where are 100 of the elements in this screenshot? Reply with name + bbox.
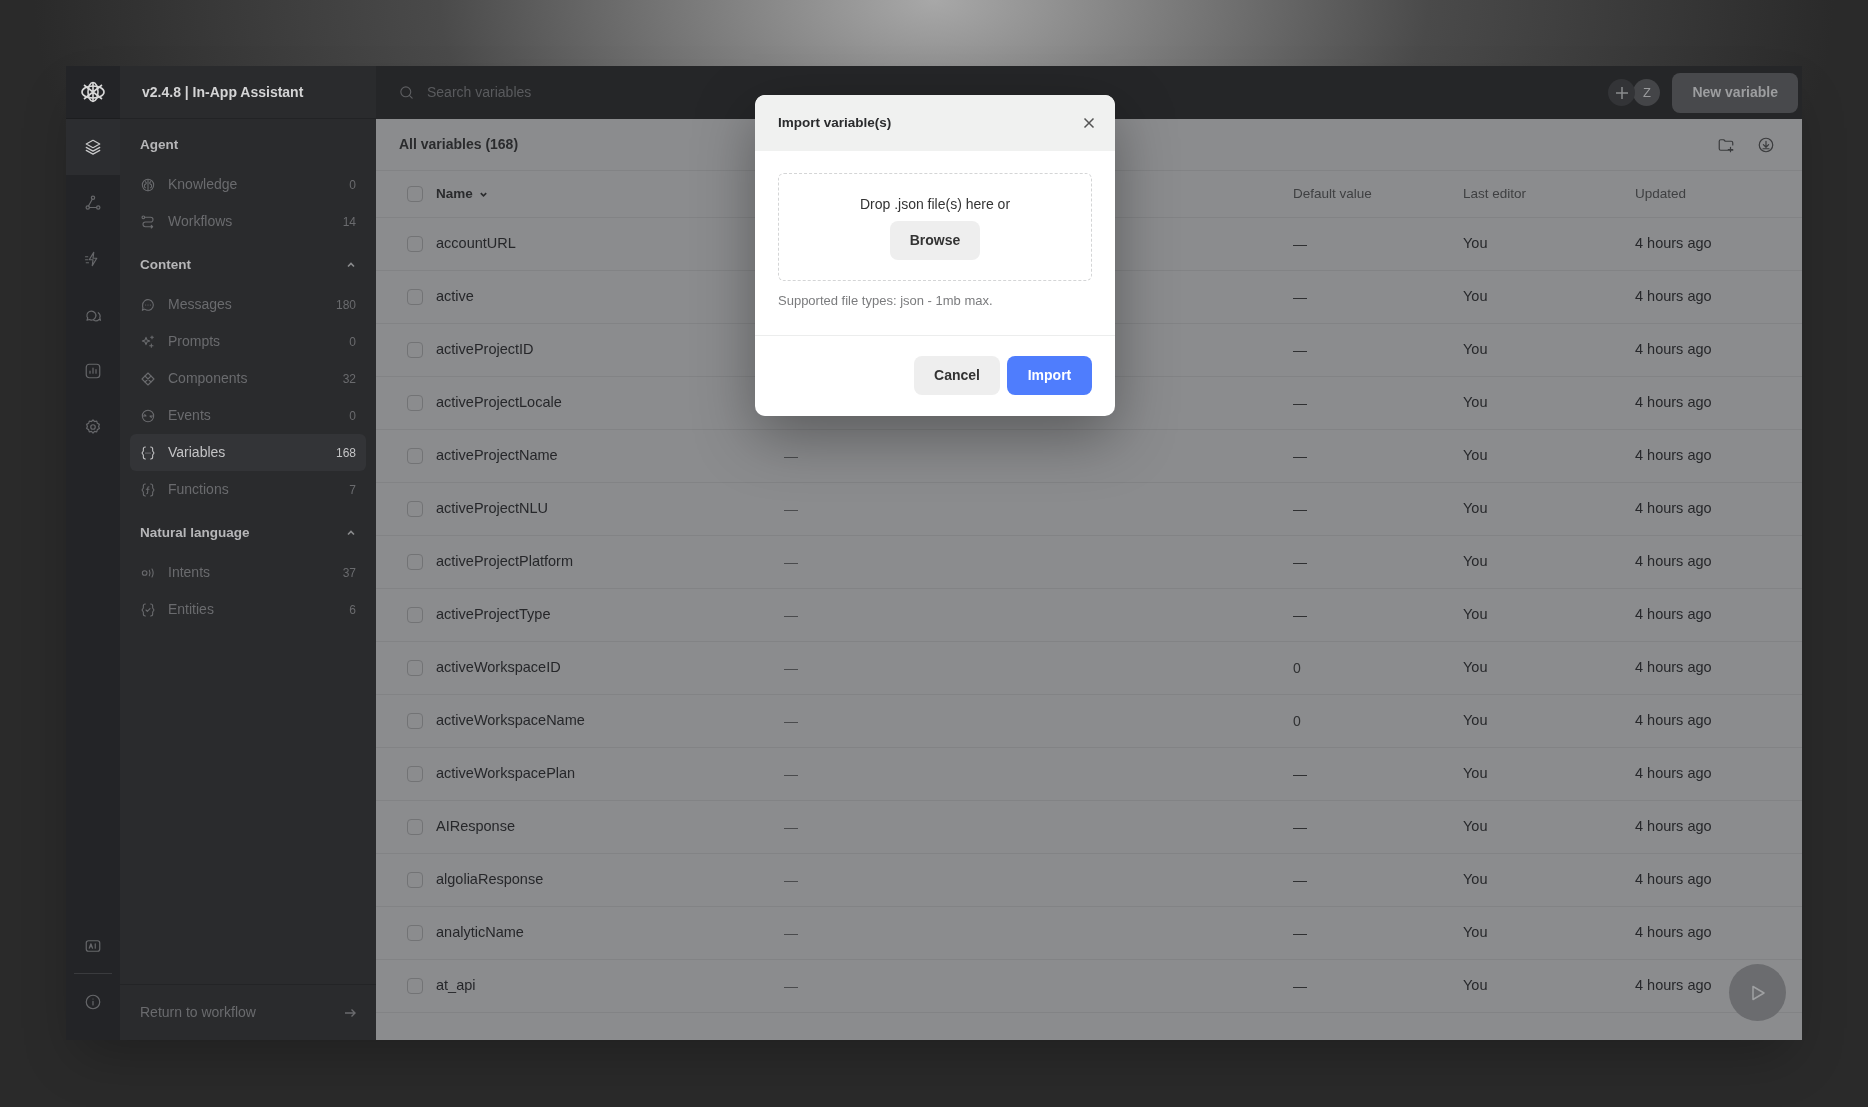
- table-cell-text: —: [1293, 446, 1307, 466]
- table-cell-text: 4 hours ago: [1635, 605, 1712, 625]
- table-cell-text: 4 hours ago: [1635, 976, 1712, 996]
- column-header[interactable]: Default value: [1293, 183, 1372, 205]
- table-cell-text: You: [1463, 817, 1488, 837]
- section-title: Agent: [140, 135, 179, 154]
- nav-item[interactable]: Functions 7: [130, 471, 366, 508]
- layers-icon: [84, 138, 102, 156]
- arrow-right-icon: [344, 1006, 356, 1019]
- brain-icon: [140, 176, 156, 193]
- checkbox[interactable]: [407, 978, 423, 994]
- nav-item[interactable]: Knowledge 0: [130, 166, 366, 203]
- drop-text: Drop .json file(s) here or: [859, 195, 1011, 214]
- dialog-title: Import variable(s): [778, 113, 892, 132]
- add-user-button[interactable]: [1608, 79, 1636, 106]
- nav-item[interactable]: Messages 180: [130, 286, 366, 323]
- table-title: All variables (168): [399, 135, 520, 154]
- table-cell-text: 4 hours ago: [1635, 340, 1712, 360]
- chevron-icon[interactable]: [346, 528, 356, 538]
- checkbox[interactable]: [407, 501, 423, 517]
- checkbox[interactable]: [407, 236, 423, 252]
- nav-item[interactable]: Intents 37: [130, 554, 366, 591]
- table-cell-text: You: [1463, 870, 1488, 890]
- checkbox[interactable]: [407, 925, 423, 941]
- column-header[interactable]: Updated: [1635, 183, 1687, 205]
- column-header[interactable]: Name: [436, 183, 473, 205]
- table-cell-text: —: [1293, 393, 1307, 413]
- diamond-icon: [140, 370, 156, 387]
- table-cell-text: —: [1293, 552, 1307, 572]
- variable-name: analyticName: [436, 923, 525, 943]
- variable-name: activeProjectLocale: [436, 393, 563, 413]
- table-cell-text: You: [1463, 393, 1488, 413]
- variable-name: AIResponse: [436, 817, 516, 837]
- table-cell-text: 4 hours ago: [1635, 287, 1712, 307]
- plus-icon: [1614, 85, 1629, 100]
- drop-zone[interactable]: Drop .json file(s) here or Browse: [778, 173, 1092, 281]
- table-cell-text: 4 hours ago: [1635, 552, 1712, 572]
- table-cell: —: [784, 872, 798, 888]
- checkbox[interactable]: [407, 395, 423, 411]
- chevron-icon[interactable]: [346, 260, 356, 270]
- table-cell-text: You: [1463, 923, 1488, 943]
- table-cell-text: —: [1293, 817, 1307, 837]
- nav-item[interactable]: Prompts 0: [130, 323, 366, 360]
- browse-button[interactable]: Browse: [889, 221, 981, 260]
- checkbox[interactable]: [407, 448, 423, 464]
- checkbox[interactable]: [407, 713, 423, 729]
- table-cell: —: [784, 925, 798, 941]
- table-cell-text: You: [1463, 764, 1488, 784]
- checkbox[interactable]: [407, 872, 423, 888]
- table-cell-text: 4 hours ago: [1635, 711, 1712, 731]
- table-cell-text: —: [1293, 499, 1307, 519]
- info-icon[interactable]: [84, 993, 102, 1011]
- nav-item[interactable]: Workflows 14: [130, 203, 366, 240]
- select-all-checkbox[interactable]: [407, 186, 423, 202]
- variable-name: accountURL: [436, 234, 517, 254]
- checkbox[interactable]: [407, 819, 423, 835]
- table-cell: —: [784, 501, 798, 517]
- table-cell: —: [784, 819, 798, 835]
- settings-icon: [84, 418, 102, 436]
- section-title: Natural language: [140, 523, 250, 542]
- import-button[interactable]: Import: [1007, 356, 1092, 395]
- column-header[interactable]: Last editor: [1463, 183, 1527, 205]
- checkbox[interactable]: [407, 289, 423, 305]
- table-cell: —: [784, 448, 798, 464]
- checkbox[interactable]: [407, 607, 423, 623]
- checkbox[interactable]: [407, 554, 423, 570]
- checkbox[interactable]: [407, 766, 423, 782]
- table-cell-text: 4 hours ago: [1635, 764, 1712, 784]
- table-cell: —: [784, 978, 798, 994]
- logo-icon[interactable]: [80, 81, 106, 103]
- table-cell-text: 0: [1293, 711, 1301, 731]
- variable-name: activeWorkspaceName: [436, 711, 586, 731]
- checkbox[interactable]: [407, 660, 423, 676]
- nav-item[interactable]: Components 32: [130, 360, 366, 397]
- table-cell-text: —: [1293, 605, 1307, 625]
- close-icon[interactable]: [1083, 117, 1095, 129]
- file-type-hint: Supported file types: json - 1mb max.: [778, 292, 994, 310]
- table-cell-text: You: [1463, 658, 1488, 678]
- user-avatar[interactable]: Z: [1633, 79, 1661, 106]
- sparkles-icon: [140, 333, 156, 350]
- table-cell: —: [784, 766, 798, 782]
- table-cell-text: 0: [1293, 658, 1301, 678]
- table-cell-text: You: [1463, 605, 1488, 625]
- variable-name: activeWorkspacePlan: [436, 764, 577, 784]
- table-cell-text: —: [1293, 234, 1307, 254]
- cancel-button[interactable]: Cancel: [914, 356, 1000, 395]
- nav-item[interactable]: Entities 6: [130, 591, 366, 628]
- download-icon[interactable]: [1757, 135, 1775, 154]
- table-cell-text: 4 hours ago: [1635, 393, 1712, 413]
- braces-icon: [140, 444, 156, 461]
- variable-name: algoliaResponse: [436, 870, 545, 890]
- table-cell: —: [784, 607, 798, 623]
- new-variable-button[interactable]: New variable: [1672, 72, 1798, 113]
- nav-item[interactable]: Events 0: [130, 397, 366, 434]
- table-cell-text: —: [1293, 870, 1307, 890]
- nav-item[interactable]: Variables 168: [130, 434, 366, 471]
- table-cell-text: 4 hours ago: [1635, 234, 1712, 254]
- table-cell-text: 4 hours ago: [1635, 817, 1712, 837]
- event-icon: [140, 407, 156, 424]
- checkbox[interactable]: [407, 342, 423, 358]
